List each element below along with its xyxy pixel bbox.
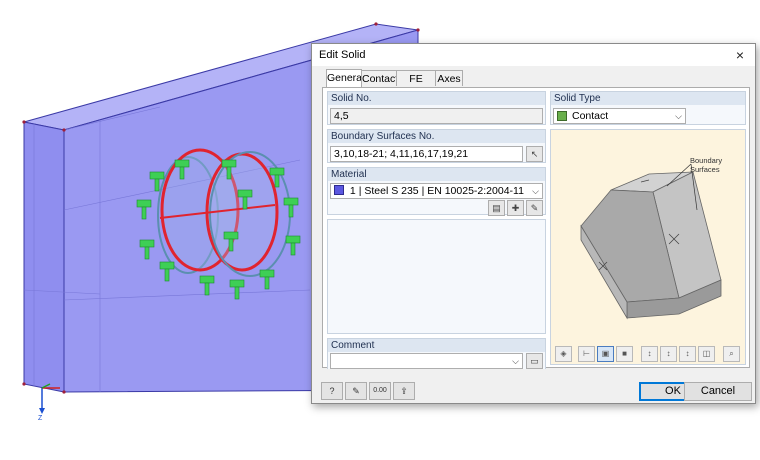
tab-general[interactable]: General [326,69,364,87]
edit-material-button[interactable]: ✎ [526,200,543,216]
solid-icon: ■ [622,349,627,358]
general-tab-panel: Solid No. 4,5 Solid Type Contact ⌵ Bound… [322,87,750,369]
axis-z-label: Z [38,415,43,422]
preview-view-z-button[interactable]: ↕ [679,346,696,362]
zoom-icon: ⌕ [729,349,734,358]
comment-icon: ▭ [530,356,539,366]
numbering-icon: ▣ [601,349,610,358]
solid-no-label: Solid No. [328,92,545,105]
solid-no-field[interactable]: 4,5 [330,108,543,124]
pick-surfaces-button[interactable]: ↖ [526,146,543,162]
solid-type-label: Solid Type [551,92,745,105]
units-button[interactable]: 0.00 [369,382,391,400]
tab-axes[interactable]: Axes [435,70,463,86]
help-icon: ? [329,386,335,396]
dialog-title: Edit Solid [319,49,366,61]
view-x-icon: ↕ [647,349,652,358]
preview-dimension-button[interactable]: ⊢ [578,346,595,362]
tab-contact[interactable]: Contact [361,70,398,86]
edit-solid-dialog: Edit Solid × General Contact FE Mesh Axe… [311,43,756,404]
dialog-titlebar: Edit Solid × [312,44,755,66]
help-button[interactable]: ? [321,382,343,400]
comment-input[interactable]: ⌵ [330,353,523,369]
boundary-surfaces-group: Boundary Surfaces No. 3,10,18-21; 4,11,1… [327,129,546,163]
cancel-button[interactable]: Cancel [684,382,752,401]
solid-type-group: Solid Type Contact ⌵ [550,91,746,125]
material-number: 1 [349,185,356,197]
isometric-icon: ◫ [702,349,711,358]
edit-icon: ✎ [352,386,360,396]
close-icon[interactable]: × [731,46,749,64]
render-icon: ◈ [560,349,567,358]
comment-group: Comment ⌵ ▭ [327,338,546,369]
tab-fe-mesh[interactable]: FE Mesh [396,70,436,101]
comment-library-button[interactable]: ▭ [526,353,543,369]
new-material-button[interactable]: ✚ [507,200,524,216]
export-button[interactable]: ⇪ [393,382,415,400]
chevron-down-icon: ⌵ [512,356,519,366]
solid-type-swatch [557,111,567,121]
preview-annotation-line2: Surfaces [690,165,720,174]
material-select[interactable]: 1 | Steel S 235 | EN 10025-2:2004-11 ⌵ [330,183,543,199]
boundary-surfaces-field[interactable]: 3,10,18-21; 4,11,16,17,19,21 [330,146,523,162]
preview-toolbar: ◈ ⊢ ▣ ■ ↕ ↕ ↕ ◫ ⌕ [551,345,745,364]
material-separator-1: | [358,185,362,197]
comment-label: Comment [328,339,545,352]
material-label: Material [328,168,545,181]
axis-indicator [39,383,60,414]
preview-view-y-button[interactable]: ↕ [660,346,677,362]
wall-front-face [23,121,65,393]
material-standard: EN 10025-2:2004-11 [427,185,524,197]
export-icon: ⇪ [400,386,408,396]
preview-annotation-line1: Boundary [690,156,723,165]
units-icon: 0.00 [373,387,387,394]
material-swatch [334,185,344,195]
preview-solid-button[interactable]: ■ [616,346,633,362]
chevron-down-icon: ⌵ [532,186,539,196]
view-y-icon: ↕ [666,349,671,358]
preview-numbering-button[interactable]: ▣ [597,346,614,362]
material-separator-2: | [421,185,425,197]
options-area [327,219,546,334]
pick-cursor-icon: ↖ [530,149,539,159]
boundary-surfaces-label: Boundary Surfaces No. [328,130,545,143]
edit-icon: ✎ [530,203,539,213]
material-name: Steel S 235 [364,185,419,197]
solid-no-group: Solid No. 4,5 [327,91,546,125]
dimension-icon: ⊢ [583,349,590,358]
view-z-icon: ↕ [685,349,690,358]
material-group: Material 1 | Steel S 235 | EN 10025-2:20… [327,167,546,216]
preview-zoom-button[interactable]: ⌕ [723,346,740,362]
material-library-button[interactable]: ▤ [488,200,505,216]
preview-isometric-button[interactable]: ◫ [698,346,715,362]
solid-type-select[interactable]: Contact ⌵ [553,108,686,124]
new-icon: ✚ [511,203,520,213]
solid-type-value: Contact [572,110,609,122]
preview-view-x-button[interactable]: ↕ [641,346,658,362]
solid-preview-panel: Boundary Surfaces ◈ ⊢ ▣ ■ ↕ ↕ ↕ ◫ ⌕ [550,129,746,365]
preview-render-button[interactable]: ◈ [555,346,572,362]
chevron-down-icon: ⌵ [675,111,682,121]
library-icon: ▤ [492,203,501,213]
edit-button[interactable]: ✎ [345,382,367,400]
